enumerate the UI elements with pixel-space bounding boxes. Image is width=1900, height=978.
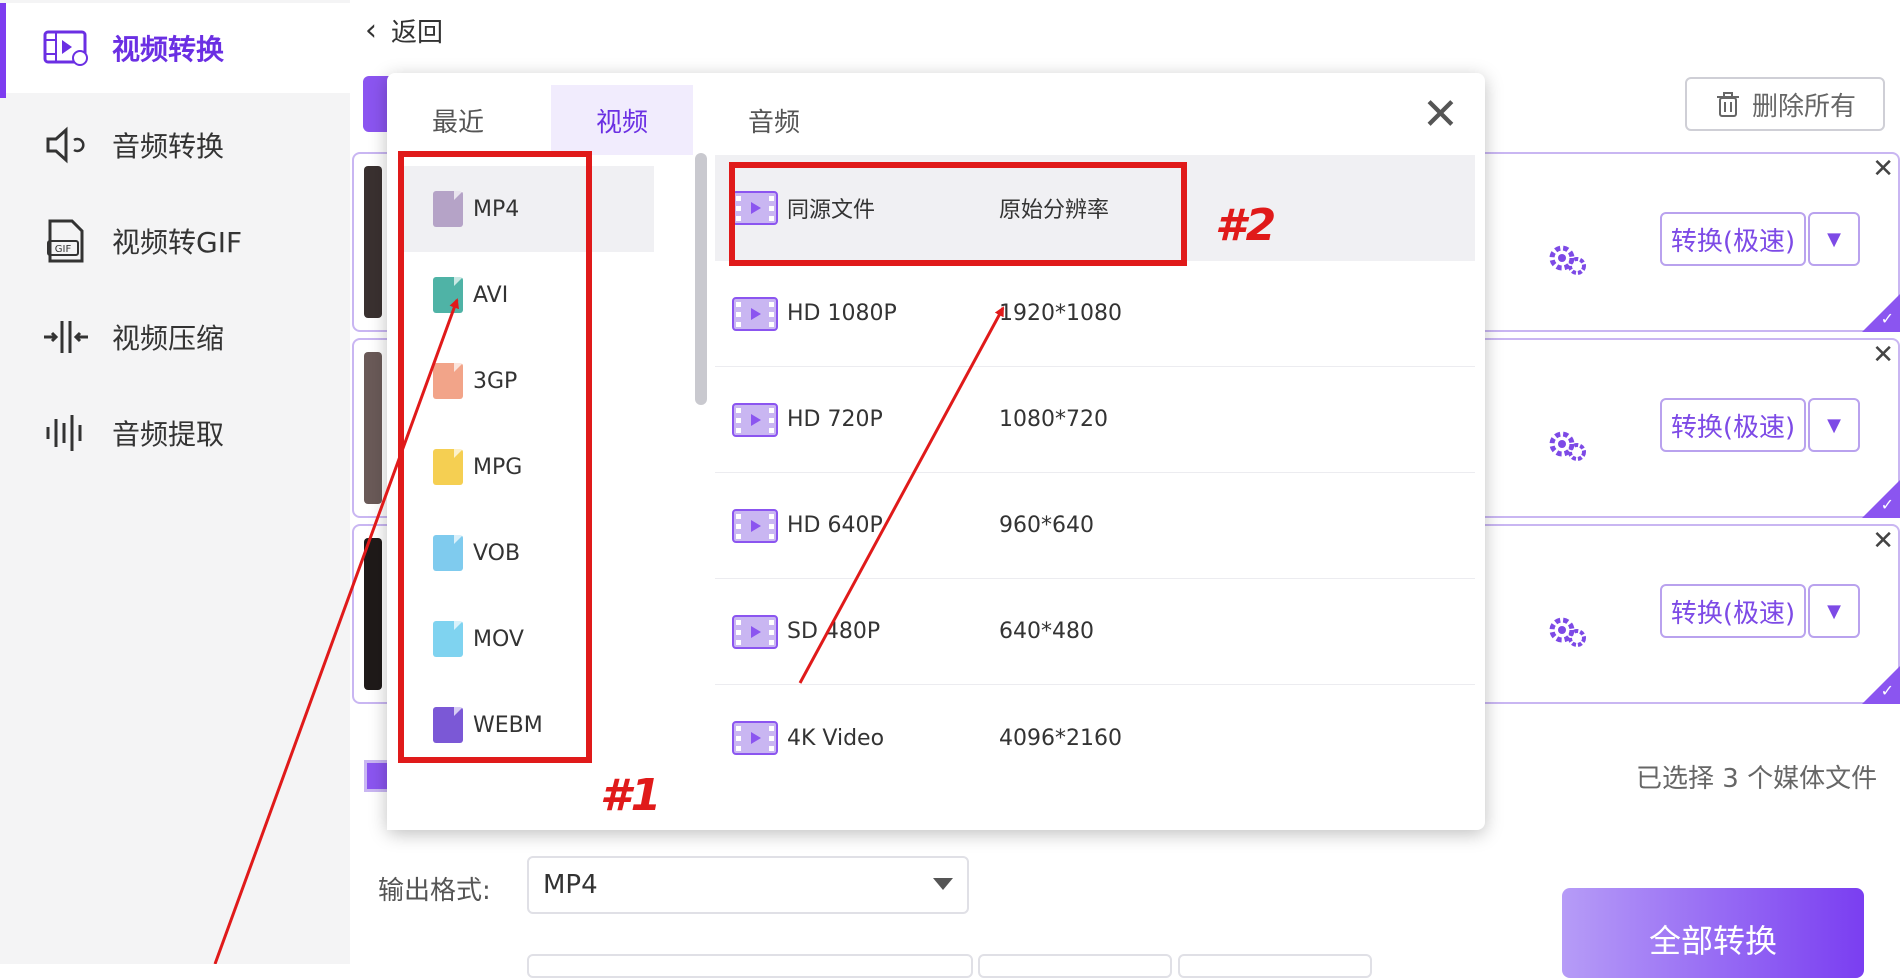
check-icon: ✓: [1880, 681, 1894, 700]
compress-icon: [44, 321, 88, 353]
back-button[interactable]: ‹ 返回: [365, 12, 443, 49]
output-format-label: 输出格式:: [378, 876, 491, 906]
output-format-select[interactable]: MP4: [527, 856, 969, 914]
settings-gear-icon[interactable]: [1544, 236, 1590, 282]
speaker-icon: [46, 126, 85, 164]
convert-button[interactable]: 转换(极速): [1660, 584, 1806, 638]
resolution-name: HD 1080P: [787, 301, 897, 326]
film-icon: [732, 402, 778, 437]
sidebar: 视频转换 音频转换 GIF 视频转GIF 视频压缩 音频提取: [0, 0, 350, 964]
sidebar-item-video-to-gif[interactable]: GIF 视频转GIF: [0, 196, 350, 286]
film-icon: [732, 508, 778, 543]
caret-down-icon: ▼: [1827, 228, 1841, 250]
output-format-value: MP4: [543, 870, 598, 900]
sidebar-item-label: 音频转换: [112, 130, 225, 163]
sidebar-item-label: 音频提取: [112, 418, 225, 451]
video-thumbnail: [364, 166, 382, 318]
tab-recent[interactable]: 最近: [387, 85, 529, 155]
close-icon[interactable]: ✕: [1422, 93, 1459, 137]
resolution-name: 4K Video: [787, 725, 885, 751]
resolution-name: HD 720P: [787, 407, 883, 432]
bottom-button[interactable]: [978, 954, 1172, 978]
convert-dropdown-button[interactable]: ▼: [1808, 584, 1860, 638]
check-icon: ✓: [1880, 309, 1894, 328]
resolution-row[interactable]: 4K Video 4096*2160: [715, 685, 1475, 791]
video-thumbnail: [364, 352, 382, 504]
trash-icon: [1716, 92, 1739, 117]
scrollbar[interactable]: [695, 153, 707, 405]
convert-button[interactable]: 转换(极速): [1660, 398, 1806, 452]
sidebar-item-video-convert[interactable]: 视频转换: [0, 3, 350, 98]
annotation-label-1: #1: [600, 770, 662, 821]
caret-down-icon: [933, 878, 953, 890]
sidebar-item-audio-convert[interactable]: 音频转换: [0, 100, 350, 190]
resolution-name: SD 480P: [787, 619, 881, 644]
convert-dropdown-button[interactable]: ▼: [1808, 398, 1860, 452]
gif-file-icon: GIF: [47, 219, 84, 263]
close-icon[interactable]: ✕: [1872, 340, 1894, 370]
active-indicator: [0, 3, 6, 98]
output-path-field[interactable]: [527, 954, 973, 978]
settings-gear-icon[interactable]: [1544, 608, 1590, 654]
convert-button[interactable]: 转换(极速): [1660, 212, 1806, 266]
sidebar-item-label: 视频转换: [112, 33, 225, 66]
back-label: 返回: [391, 18, 444, 48]
selected-count-text: 已选择 3 个媒体文件: [1636, 764, 1878, 794]
resolution-row[interactable]: HD 720P 1080*720: [715, 367, 1475, 473]
annotation-box-formats: [398, 151, 592, 763]
resolution-value: 4096*2160: [999, 725, 1122, 751]
close-icon[interactable]: ✕: [1872, 154, 1894, 184]
resolution-value: 640*480: [999, 619, 1094, 644]
video-convert-icon: [43, 30, 88, 66]
convert-all-button[interactable]: 全部转换: [1562, 888, 1864, 978]
close-icon[interactable]: ✕: [1872, 526, 1894, 556]
annotation-box-source-resolution: [729, 162, 1187, 266]
settings-gear-icon[interactable]: [1544, 422, 1590, 468]
check-icon: ✓: [1880, 495, 1894, 514]
sidebar-item-audio-extract[interactable]: 音频提取: [0, 388, 350, 478]
delete-all-button[interactable]: 删除所有: [1685, 77, 1885, 131]
video-thumbnail: [364, 538, 382, 690]
annotation-label-2: #2: [1215, 200, 1277, 251]
resolution-value: 1920*1080: [999, 301, 1122, 326]
caret-down-icon: ▼: [1827, 600, 1841, 622]
caret-down-icon: ▼: [1827, 414, 1841, 436]
sidebar-item-video-compress[interactable]: 视频压缩: [0, 292, 350, 382]
resolution-row[interactable]: HD 640P 960*640: [715, 473, 1475, 579]
audio-wave-icon: [46, 415, 82, 451]
bottom-button[interactable]: [1178, 954, 1372, 978]
resolution-value: 960*640: [999, 513, 1094, 538]
sidebar-item-label: 视频转GIF: [112, 226, 243, 259]
tab-audio[interactable]: 音频: [703, 85, 845, 155]
sidebar-item-label: 视频压缩: [112, 322, 225, 355]
convert-dropdown-button[interactable]: ▼: [1808, 212, 1860, 266]
film-icon: [732, 721, 778, 755]
resolution-value: 1080*720: [999, 407, 1108, 432]
tab-video[interactable]: 视频: [551, 85, 693, 155]
film-icon: [732, 614, 778, 649]
film-icon: [732, 296, 778, 331]
resolution-name: HD 640P: [787, 513, 883, 538]
delete-all-label: 删除所有: [1751, 91, 1856, 122]
chevron-left-icon: ‹: [365, 13, 377, 48]
resolution-row[interactable]: HD 1080P 1920*1080: [715, 261, 1475, 367]
resolution-row[interactable]: SD 480P 640*480: [715, 579, 1475, 685]
svg-text:GIF: GIF: [55, 244, 72, 255]
